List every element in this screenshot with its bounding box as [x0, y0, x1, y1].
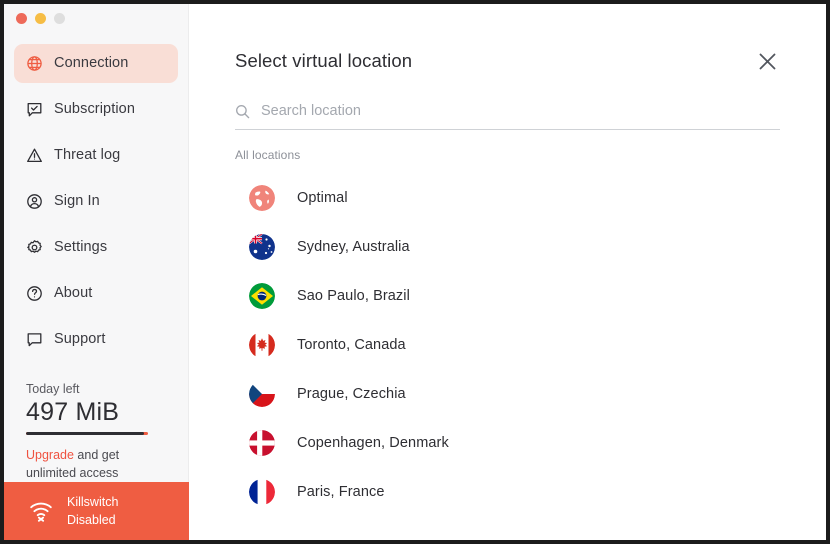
killswitch-text: Killswitch Disabled — [67, 493, 118, 529]
locations-group-label: All locations — [235, 148, 301, 162]
data-quota-block: Today left 497 MiB Upgrade and get unlim… — [4, 382, 188, 482]
list-item[interactable]: Optimal — [235, 173, 780, 222]
search-input[interactable] — [261, 103, 780, 119]
maximize-window-button[interactable] — [54, 13, 65, 24]
list-item[interactable]: Sao Paulo, Brazil — [235, 271, 780, 320]
list-item[interactable]: Prague, Czechia — [235, 369, 780, 418]
location-name: Optimal — [297, 189, 348, 206]
sidebar-item-settings[interactable]: Settings — [14, 228, 178, 267]
sidebar-item-connection[interactable]: Connection — [14, 44, 178, 83]
sidebar-item-label: Settings — [54, 239, 108, 256]
main-header: Select virtual location — [235, 50, 780, 74]
quota-title: Today left — [26, 382, 80, 396]
flag-czechia-icon — [249, 380, 275, 407]
question-circle-icon — [26, 285, 43, 302]
list-item[interactable]: Sydney, Australia — [235, 222, 780, 271]
sidebar-item-subscription[interactable]: Subscription — [14, 90, 178, 129]
sidebar-item-label: Threat log — [54, 147, 121, 164]
optimal-globe-icon — [249, 184, 275, 211]
sidebar-nav: Connection Subscription Threat log Sign … — [4, 36, 188, 359]
sidebar-item-label: Subscription — [54, 101, 135, 118]
flag-denmark-icon — [249, 429, 275, 456]
quota-progress-fill — [26, 431, 145, 435]
sidebar-item-sign-in[interactable]: Sign In — [14, 182, 178, 221]
upgrade-note: Upgrade and get unlimited access — [26, 446, 156, 482]
location-name: Prague, Czechia — [297, 385, 406, 402]
window-traffic-lights — [4, 4, 188, 36]
app-window: Connection Subscription Threat log Sign … — [4, 4, 826, 540]
sidebar: Connection Subscription Threat log Sign … — [4, 4, 189, 540]
sidebar-item-label: Sign In — [54, 193, 100, 210]
page-title: Select virtual location — [235, 50, 413, 71]
upgrade-link[interactable]: Upgrade — [26, 448, 74, 462]
flag-canada-icon — [249, 331, 275, 358]
sidebar-item-label: Connection — [54, 55, 129, 72]
close-window-button[interactable] — [16, 13, 27, 24]
search-icon — [235, 104, 250, 119]
sidebar-item-about[interactable]: About — [14, 274, 178, 313]
list-item[interactable]: Paris, France — [235, 467, 780, 516]
user-circle-icon — [26, 193, 43, 210]
location-name: Toronto, Canada — [297, 336, 406, 353]
main-panel: Select virtual location All locations — [189, 4, 826, 540]
list-item[interactable]: Toronto, Canada — [235, 320, 780, 369]
killswitch-status: Disabled — [67, 513, 116, 527]
killswitch-title: Killswitch — [67, 494, 119, 509]
flag-france-icon — [249, 478, 275, 505]
sidebar-item-threat-log[interactable]: Threat log — [14, 136, 178, 175]
subscription-icon — [26, 101, 43, 118]
flag-brazil-icon — [249, 282, 275, 309]
quota-value: 497 MiB — [26, 398, 120, 426]
killswitch-banner[interactable]: Killswitch Disabled — [4, 482, 189, 540]
flag-australia-icon — [249, 233, 275, 260]
location-name: Copenhagen, Denmark — [297, 434, 449, 451]
sidebar-item-support[interactable]: Support — [14, 320, 178, 359]
location-list: Optimal Sydney, Australia Sao Paulo, Bra… — [235, 173, 780, 516]
sidebar-item-label: About — [54, 285, 93, 302]
globe-icon — [26, 55, 43, 72]
warning-triangle-icon — [26, 147, 43, 164]
search-bar[interactable] — [235, 103, 780, 130]
close-icon[interactable] — [754, 48, 780, 74]
gear-icon — [26, 239, 43, 256]
wifi-off-icon — [28, 500, 54, 522]
chat-bubble-icon — [26, 331, 43, 348]
location-name: Sydney, Australia — [297, 238, 410, 255]
sidebar-item-label: Support — [54, 331, 106, 348]
list-item[interactable]: Copenhagen, Denmark — [235, 418, 780, 467]
location-name: Paris, France — [297, 483, 385, 500]
location-name: Sao Paulo, Brazil — [297, 287, 410, 304]
minimize-window-button[interactable] — [35, 13, 46, 24]
quota-progress-bar — [26, 431, 148, 435]
